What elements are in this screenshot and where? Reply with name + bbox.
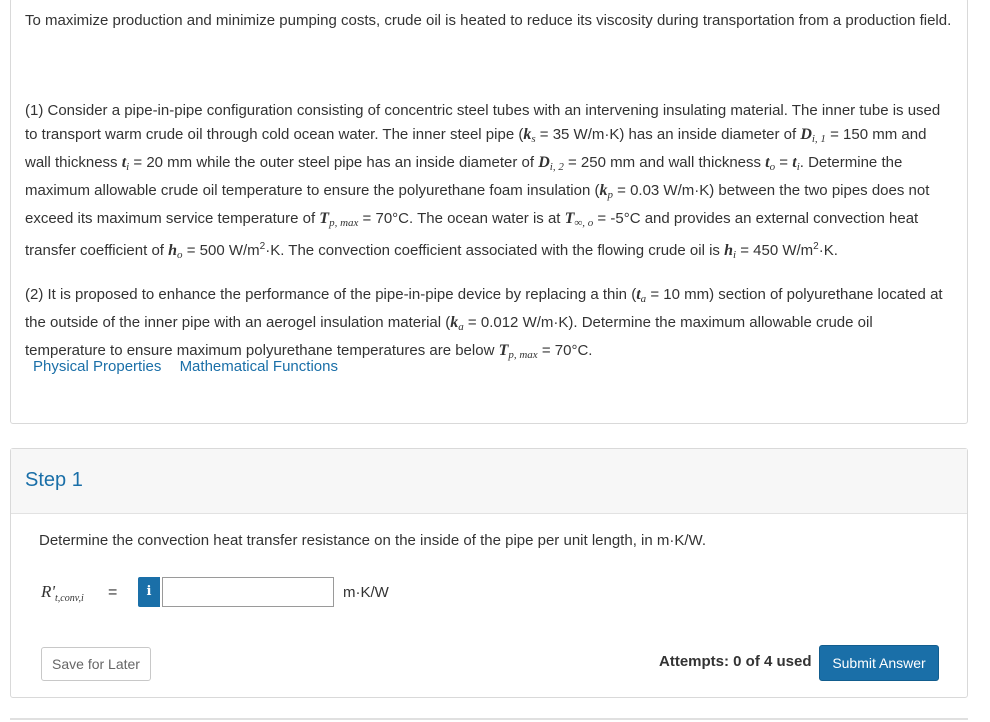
resource-links: Physical Properties Mathematical Functio… xyxy=(33,358,352,375)
equals-sign: = xyxy=(108,584,118,601)
step-card: Step 1 Determine the convection heat tra… xyxy=(10,448,968,698)
step-question: Determine the convection heat transfer r… xyxy=(39,532,707,549)
step-header: Step 1 xyxy=(11,449,967,514)
info-icon[interactable]: i xyxy=(138,577,160,607)
attempts-counter: Attempts: 0 of 4 used xyxy=(659,653,812,670)
save-for-later-button[interactable]: Save for Later xyxy=(41,647,151,681)
divider xyxy=(10,718,968,720)
physical-properties-link[interactable]: Physical Properties xyxy=(33,358,161,375)
problem-card: To maximize production and minimize pump… xyxy=(10,0,968,424)
submit-answer-button[interactable]: Submit Answer xyxy=(819,645,939,681)
problem-part-1: (1) Consider a pipe-in-pipe configuratio… xyxy=(25,102,941,261)
problem-part-2: (2) It is proposed to enhance the perfor… xyxy=(25,286,943,361)
mathematical-functions-link[interactable]: Mathematical Functions xyxy=(180,358,338,375)
answer-unit: m·K/W xyxy=(343,584,389,601)
step-title: Step 1 xyxy=(25,469,83,491)
problem-intro: To maximize production and minimize pump… xyxy=(25,12,952,29)
answer-variable: R't,conv,i xyxy=(41,582,84,604)
answer-input[interactable] xyxy=(162,577,334,607)
